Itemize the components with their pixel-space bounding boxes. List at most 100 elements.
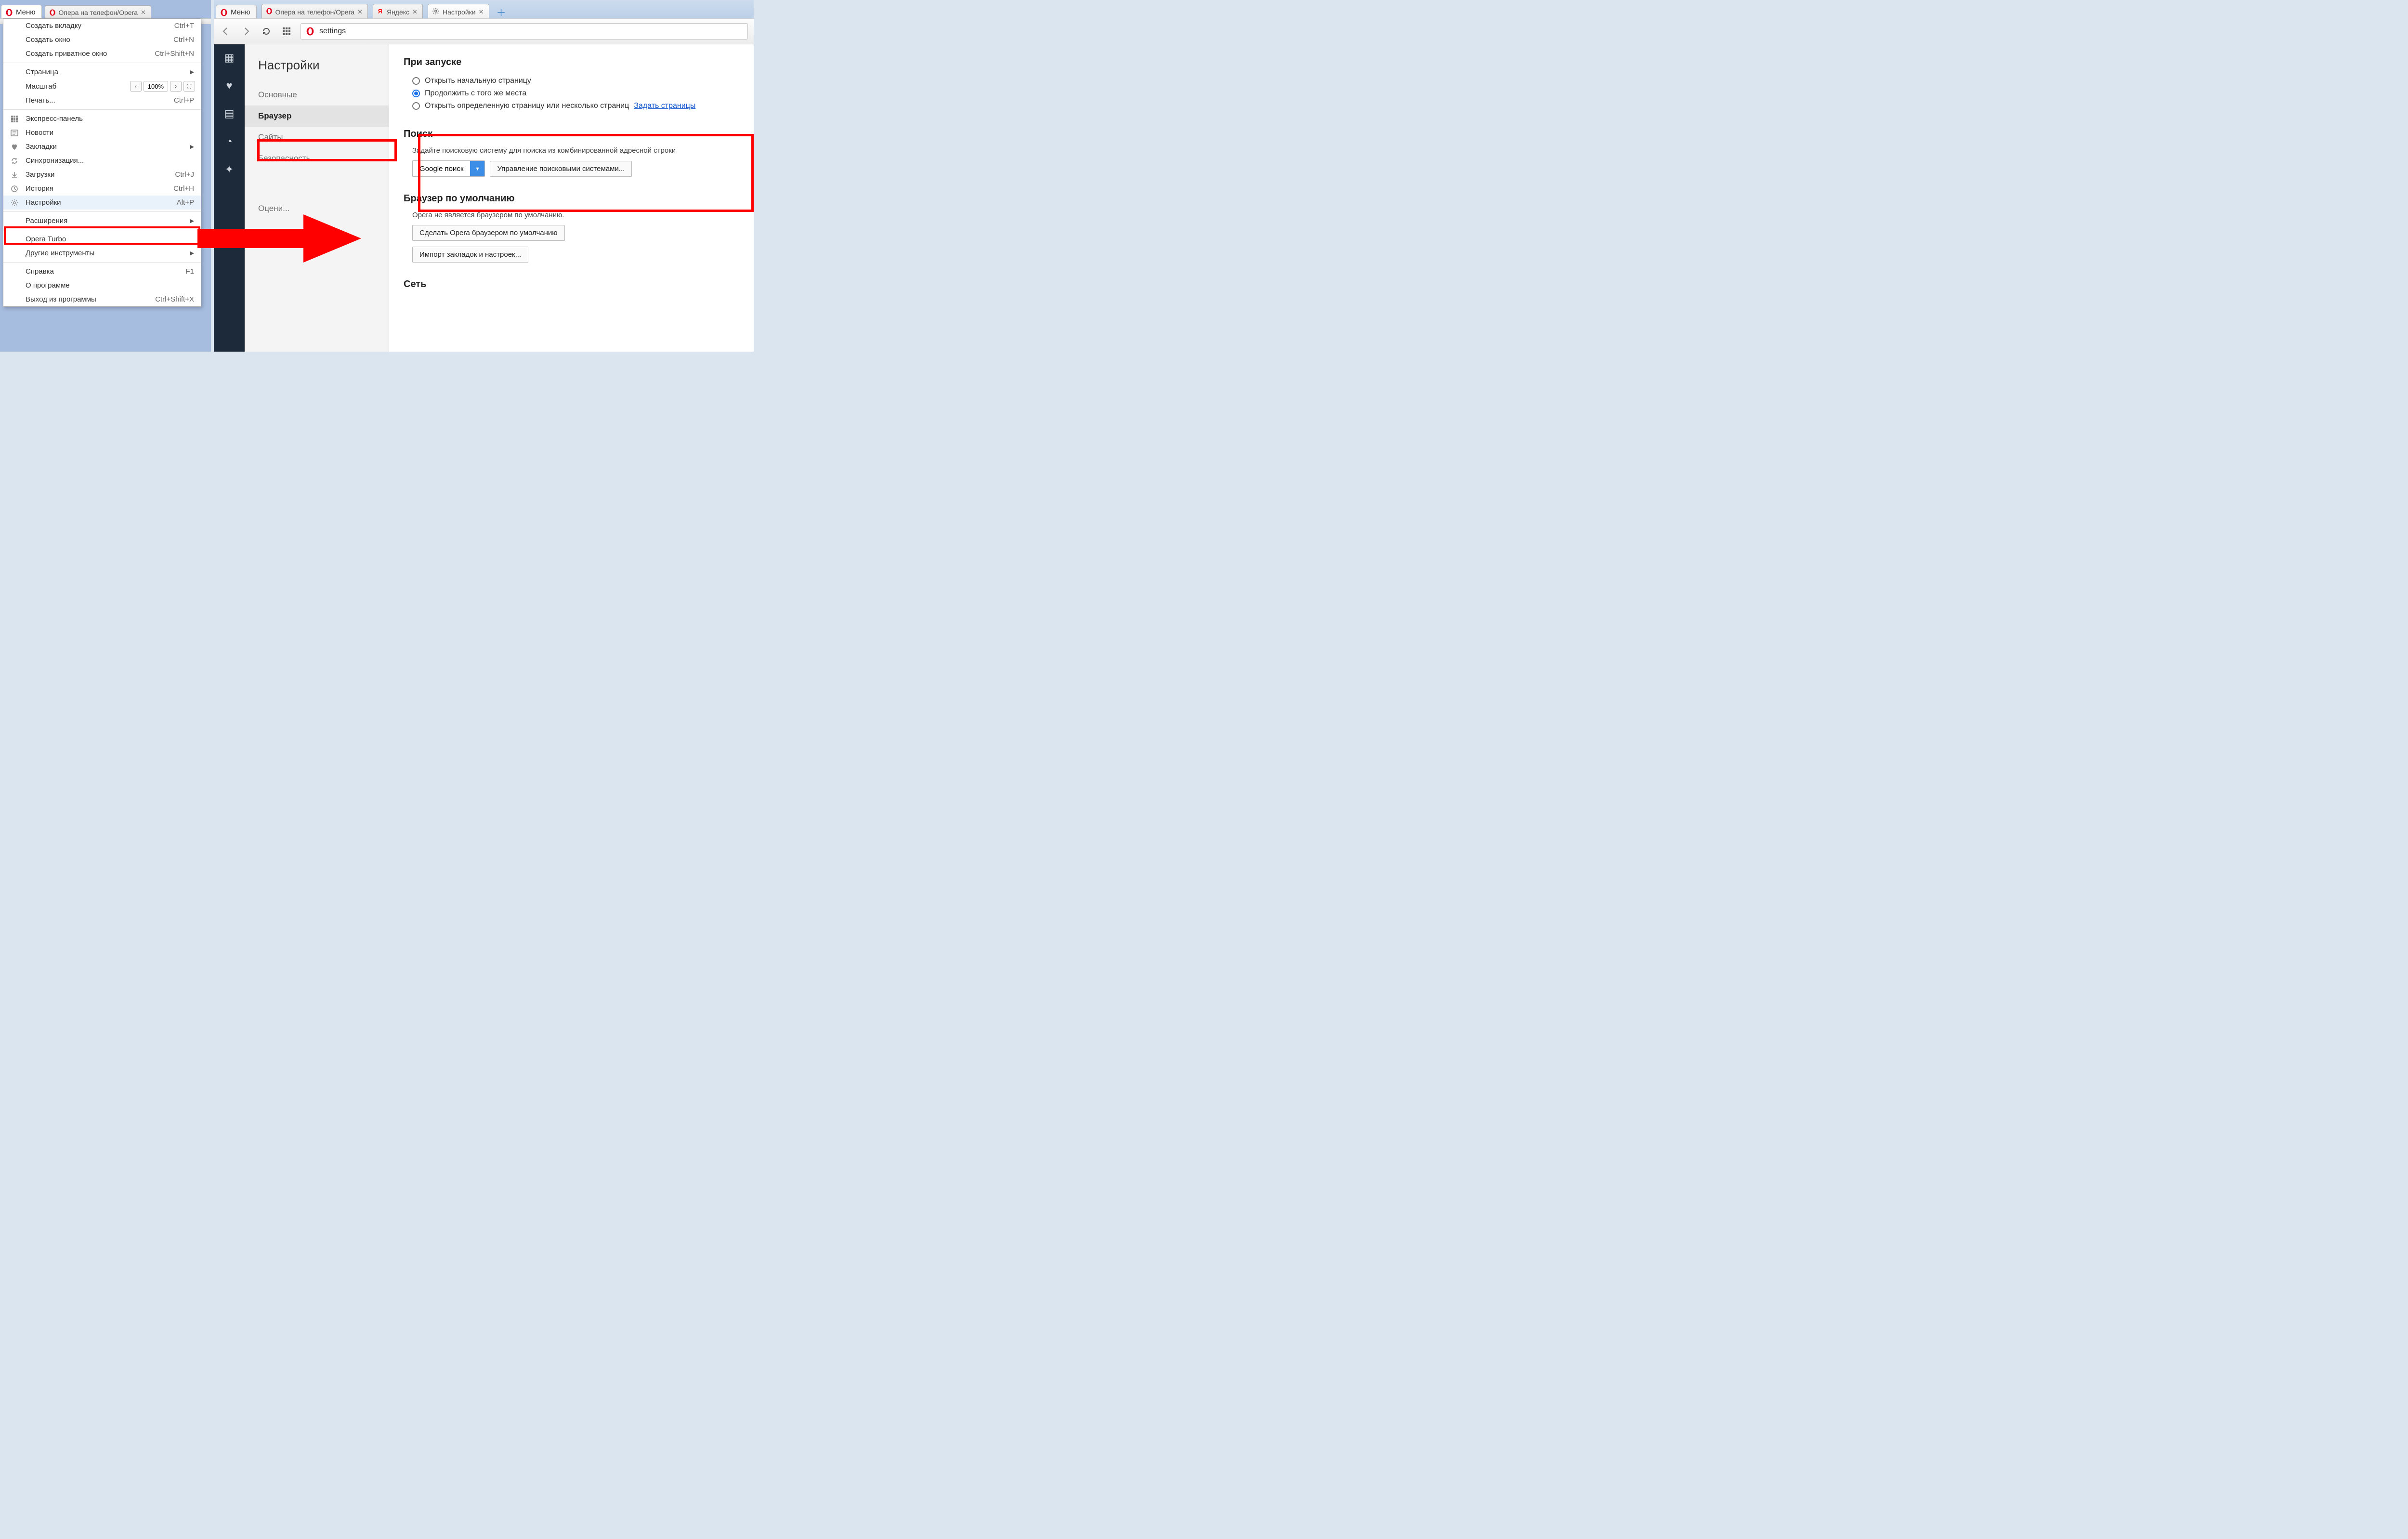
menu-item[interactable]: Opera Turbo <box>3 232 201 246</box>
address-bar[interactable] <box>301 23 748 39</box>
menu-item-label: О программе <box>26 281 194 289</box>
tab[interactable]: Опера на телефон/Opera ✕ <box>45 5 151 18</box>
menu-item[interactable]: Выход из программыCtrl+Shift+X <box>3 292 201 306</box>
gear-icon <box>432 7 440 16</box>
make-default-browser-button[interactable]: Сделать Opera браузером по умолчанию <box>412 225 565 241</box>
menu-item-label: Выход из программы <box>26 295 155 303</box>
opera-icon <box>306 27 314 36</box>
back-button[interactable] <box>220 25 232 38</box>
tabs-strip: Опера на телефон/Opera✕ЯЯндекс✕Настройки… <box>259 4 489 18</box>
section-search: Поиск Задайте поисковую систему для поис… <box>404 129 739 177</box>
menu-item[interactable]: Страница▶ <box>3 65 201 79</box>
close-icon[interactable]: ✕ <box>357 8 363 16</box>
opera-icon <box>266 8 273 16</box>
settings-sidebar: Настройки ОсновныеБраузерСайтыБезопаснос… <box>245 44 389 352</box>
menu-button[interactable]: Меню <box>216 5 257 18</box>
menu-item[interactable]: Закладки▶ <box>3 140 201 154</box>
opera-icon <box>5 9 13 16</box>
chevron-right-icon: ▶ <box>186 69 194 75</box>
history-icon[interactable]: ◔ <box>222 135 236 148</box>
menu-item[interactable]: Создать окноCtrl+N <box>3 33 201 47</box>
radio-icon <box>412 90 420 97</box>
section-network: Сеть <box>404 279 739 290</box>
zoom-value: 100% <box>144 81 168 92</box>
menu-button[interactable]: Меню <box>1 5 42 18</box>
speed-dial-button[interactable] <box>280 25 293 38</box>
menu-button-label: Меню <box>231 8 250 16</box>
radio-option[interactable]: Продолжить с того же места <box>404 87 739 100</box>
titlebar: Меню Опера на телефон/Opera✕ЯЯндекс✕Наст… <box>214 0 754 18</box>
content-area: ▦ ♥ ▤ ◔ ✦ Настройки ОсновныеБраузерСайты… <box>214 44 754 352</box>
menu-item[interactable]: Создать приватное окноCtrl+Shift+N <box>3 47 201 61</box>
zoom-in-button[interactable]: › <box>170 81 182 92</box>
address-input[interactable] <box>319 27 743 36</box>
close-icon[interactable]: ✕ <box>412 8 418 16</box>
news-icon[interactable]: ▤ <box>222 107 236 120</box>
menu-item[interactable]: ЗагрузкиCtrl+J <box>3 168 201 182</box>
menu-separator <box>3 211 201 212</box>
menu-zoom-row: Масштаб‹100%›⛶ <box>3 79 201 93</box>
svg-text:Я: Я <box>378 8 382 14</box>
main-menu-dropdown: Создать вкладкуCtrl+TСоздать окноCtrl+NС… <box>3 18 201 307</box>
menu-item-label: Создать приватное окно <box>26 50 155 58</box>
menu-item[interactable]: НастройкиAlt+P <box>3 196 201 210</box>
tab[interactable]: Опера на телефон/Opera✕ <box>262 4 368 18</box>
set-pages-link[interactable]: Задать страницы <box>634 102 695 110</box>
menu-item-label: Создать вкладку <box>26 22 174 30</box>
close-icon[interactable]: ✕ <box>479 8 484 16</box>
menu-item[interactable]: Синхронизация... <box>3 154 201 168</box>
menu-item[interactable]: Другие инструменты▶ <box>3 246 201 260</box>
sidebar-item[interactable]: Сайты <box>245 127 389 148</box>
menu-item-shortcut: Ctrl+N <box>173 36 194 44</box>
menu-item[interactable]: Печать...Ctrl+P <box>3 93 201 107</box>
chevron-right-icon: ▶ <box>186 144 194 150</box>
menu-item[interactable]: ИсторияCtrl+H <box>3 182 201 196</box>
new-tab-button[interactable]: ＋ <box>493 5 510 18</box>
grid-icon[interactable]: ▦ <box>222 51 236 65</box>
menu-item[interactable]: Расширения▶ <box>3 214 201 228</box>
menu-item[interactable]: Экспресс-панель <box>3 112 201 126</box>
radio-option[interactable]: Открыть начальную страницу <box>404 75 739 87</box>
section-title: При запуске <box>404 57 739 68</box>
option-label: Открыть определенную страницу или нескол… <box>425 102 629 110</box>
forward-button[interactable] <box>240 25 252 38</box>
menu-item-label: История <box>26 184 173 193</box>
menu-item[interactable]: Создать вкладкуCtrl+T <box>3 19 201 33</box>
zoom-fullscreen-button[interactable]: ⛶ <box>183 81 195 92</box>
news-icon <box>10 129 19 137</box>
close-icon[interactable]: ✕ <box>141 9 146 16</box>
menu-item[interactable]: СправкаF1 <box>3 264 201 278</box>
menu-item-label: Загрузки <box>26 171 175 179</box>
select-value: Google поиск <box>413 165 470 173</box>
heart-icon[interactable]: ♥ <box>222 79 236 92</box>
tab-title: Яндекс <box>387 8 409 16</box>
menu-button-label: Меню <box>16 8 36 16</box>
import-bookmarks-button[interactable]: Импорт закладок и настроек... <box>412 247 528 263</box>
zoom-out-button[interactable]: ‹ <box>130 81 142 92</box>
toolbar <box>214 18 754 44</box>
menu-item[interactable]: О программе <box>3 278 201 292</box>
sidebar-item[interactable]: Браузер <box>245 105 389 127</box>
reload-button[interactable] <box>260 25 273 38</box>
sidebar-item[interactable]: Основные <box>245 84 389 105</box>
menu-item[interactable]: Новости <box>3 126 201 140</box>
menu-item-shortcut: Alt+P <box>177 198 194 207</box>
menu-item-label: Другие инструменты <box>26 249 186 257</box>
extensions-icon[interactable]: ✦ <box>222 163 236 176</box>
section-startup: При запуске Открыть начальную страницуПр… <box>404 57 739 112</box>
sidebar-item[interactable]: Безопасность <box>245 148 389 169</box>
search-engine-select[interactable]: Google поиск ▾ <box>412 160 485 177</box>
chevron-right-icon: ▶ <box>186 218 194 224</box>
menu-item-label: Настройки <box>26 198 177 207</box>
tab-title: Опера на телефон/Opera <box>59 9 138 16</box>
menu-item-shortcut: Ctrl+J <box>175 171 194 179</box>
menu-item-shortcut: Ctrl+P <box>174 96 194 105</box>
tab[interactable]: Я Яндекс✕ <box>373 4 423 18</box>
history-icon <box>10 184 19 193</box>
tab[interactable]: Настройки✕ <box>428 4 489 18</box>
radio-option[interactable]: Открыть определенную страницу или нескол… <box>404 100 739 112</box>
manage-search-engines-button[interactable]: Управление поисковыми системами... <box>490 161 632 177</box>
annotation-arrow <box>197 212 366 265</box>
download-icon <box>10 171 19 179</box>
menu-item-label: Печать... <box>26 96 174 105</box>
